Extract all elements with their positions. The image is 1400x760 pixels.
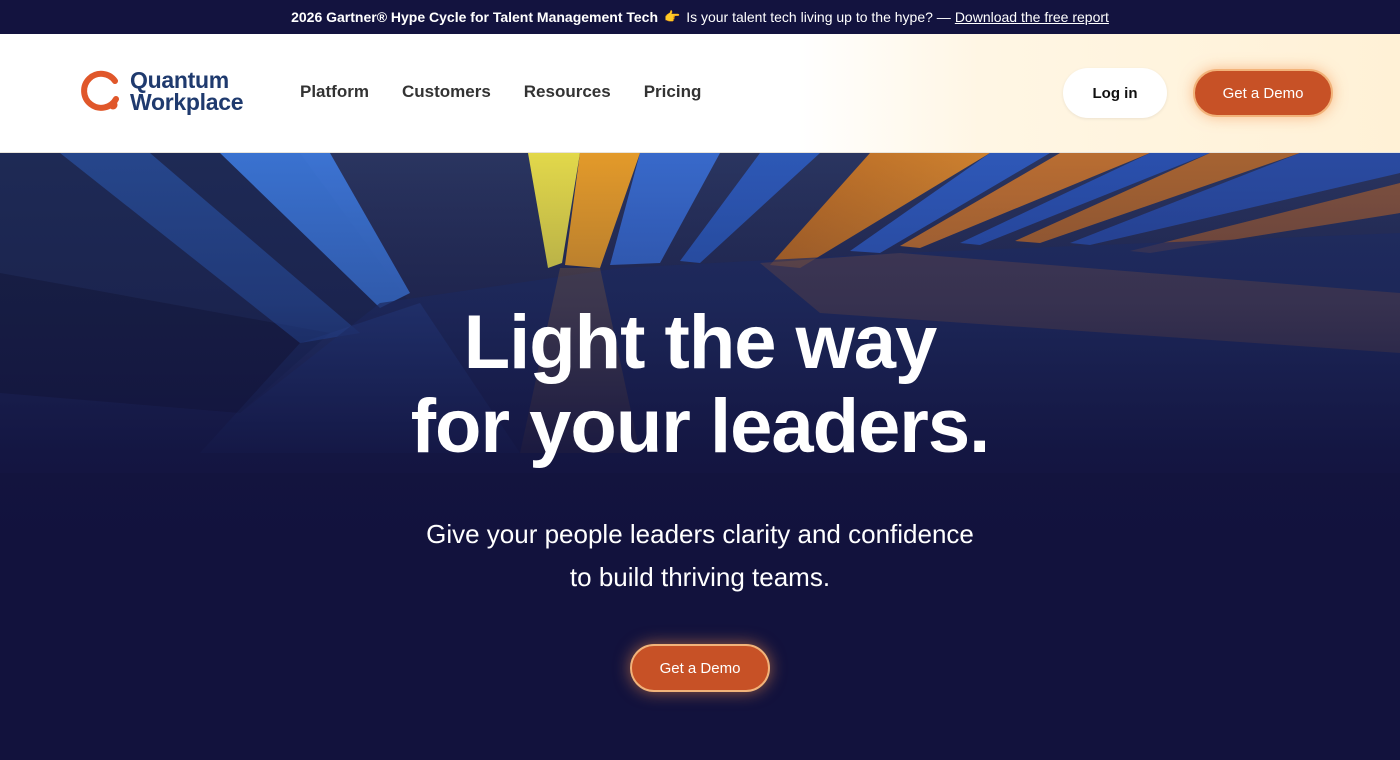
announcement-bar: 2026 Gartner® Hype Cycle for Talent Mana… xyxy=(0,0,1400,34)
site-header: Quantum Workplace Platform Customers Res… xyxy=(0,34,1400,153)
brand-name-line1: Quantum xyxy=(130,67,229,93)
main-nav: Platform Customers Resources Pricing xyxy=(300,82,701,102)
nav-item-platform[interactable]: Platform xyxy=(300,82,369,102)
login-button[interactable]: Log in xyxy=(1063,68,1167,118)
hero-subheadline: Give your people leaders clarity and con… xyxy=(0,513,1400,599)
nav-item-customers[interactable]: Customers xyxy=(402,82,491,102)
hero-headline-line1: Light the way xyxy=(463,300,938,385)
announcement-title: 2026 Gartner® Hype Cycle for Talent Mana… xyxy=(291,9,659,25)
announcement-text: Is your talent tech living up to the hyp… xyxy=(686,9,951,25)
brand-logo[interactable]: Quantum Workplace xyxy=(78,67,244,115)
header-get-demo-button[interactable]: Get a Demo xyxy=(1193,69,1333,117)
quantum-q-logo-icon xyxy=(81,70,119,111)
hero-subheadline-line2: to build thriving teams. xyxy=(569,562,831,592)
hero-headline-line2: for your leaders. xyxy=(410,384,991,469)
nav-item-pricing[interactable]: Pricing xyxy=(644,82,702,102)
download-report-link[interactable]: Download the free report xyxy=(955,9,1109,25)
hero-get-demo-button[interactable]: Get a Demo xyxy=(630,644,770,692)
nav-item-resources[interactable]: Resources xyxy=(524,82,611,102)
hero-headline: Light the way for your leaders. xyxy=(0,301,1400,469)
brand-name-line2: Workplace xyxy=(130,89,244,115)
pointing-hand-icon: 👉 xyxy=(664,9,681,24)
hero-subheadline-line1: Give your people leaders clarity and con… xyxy=(426,519,974,549)
hero-section: Light the way for your leaders. Give you… xyxy=(0,153,1400,760)
brand-name: Quantum Workplace xyxy=(130,67,244,115)
